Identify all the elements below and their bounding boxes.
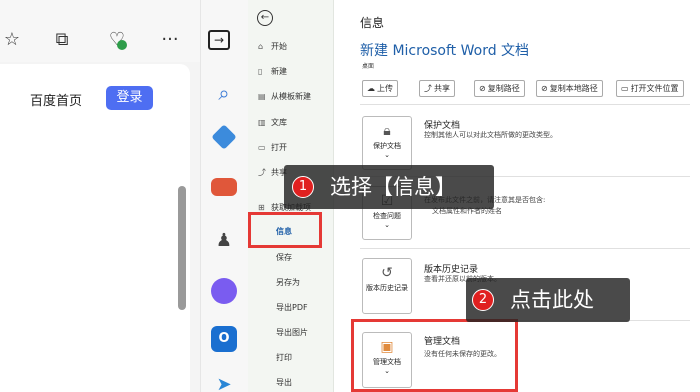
browser-pane: ☆ ⧉ ♡ ··· 百度首页 登录 [0,0,200,392]
nav-item-save[interactable]: 保存 [276,252,292,263]
callout-text: 选择【信息】 [330,175,456,199]
document-location: 桌面 [362,63,375,70]
share-icon: ⤴ [258,168,266,177]
nav-item-export-pdf[interactable]: 导出PDF [276,302,308,313]
page-card [0,64,190,392]
step-number-badge: 2 [472,289,494,311]
chess-icon[interactable]: ♟ [211,228,237,254]
tag-icon[interactable] [211,124,237,150]
nav-item-export-image[interactable]: 导出图片 [276,327,308,338]
template-icon: ▤ [258,92,266,101]
back-arrow-icon[interactable]: ← [257,10,273,26]
favorites-icon[interactable]: ☆ [0,28,24,52]
nav-item-home[interactable]: ⌂ 开始 [258,41,287,52]
folder-icon: ▭ [621,84,629,93]
document-title: 新建 Microsoft Word 文档 [360,43,530,59]
copilot-icon[interactable] [211,278,237,304]
nav-item-open[interactable]: ▭ 打开 [258,142,287,153]
home-icon: ⌂ [258,42,264,51]
chevron-down-icon: ⌄ [384,221,390,229]
nav-item-new[interactable]: ▯ 新建 [258,66,287,77]
version-history-tile[interactable]: ↺ 版本历史记录 [362,258,412,314]
folder-icon: ▭ [258,143,266,152]
nav-item-share[interactable]: ⤴ 共享 [258,167,287,178]
addins-icon: ⊞ [258,203,265,212]
page-title: 信息 [360,16,385,30]
nav-item-library[interactable]: ▥ 文库 [258,117,287,128]
protect-desc: 控制其他人可以对此文档所做的更改类型。 [424,131,557,139]
browser-sidebar: ⌕ ♟ O ➤ [200,0,248,392]
toolbox-icon[interactable] [211,178,237,196]
nav-item-print[interactable]: 打印 [276,352,292,363]
lock-icon: 🔒︎ [383,123,391,139]
cloud-upload-icon: ☁ [367,84,375,93]
divider [360,248,690,249]
new-doc-icon: ▯ [258,67,263,76]
library-icon: ▥ [258,118,266,127]
open-file-location-button[interactable]: ▭ 打开文件位置 [616,80,684,97]
baidu-home-link[interactable]: 百度首页 [30,90,82,109]
share-icon: ⤴ [424,84,432,93]
protect-document-tile[interactable]: 🔒︎ 保护文档 ⌄ [362,116,412,170]
copy-path-button[interactable]: ⊘ 复制路径 [474,80,525,97]
screenshot-root: ☆ ⧉ ♡ ··· 百度首页 登录 ⌕ ♟ O ➤ → ← ⌂ 开始 ▯ 新建 ▤ 从… [0,0,700,392]
sidebar-toggle-icon[interactable]: → [208,30,230,50]
vertical-scrollbar[interactable] [178,186,186,310]
link-icon: ⊘ [541,84,548,93]
manage-highlight-box [351,319,518,392]
callout-text: 点击此处 [510,288,594,312]
callout-step-1: 1 选择【信息】 [284,165,494,209]
share-button[interactable]: ⤴ 共享 [419,80,455,97]
link-icon: ⊘ [479,84,486,93]
upload-button[interactable]: ☁ 上传 [362,80,398,97]
copy-local-path-button[interactable]: ⊘ 复制本地路径 [536,80,603,97]
step-number-badge: 1 [292,176,314,198]
info-highlight-box [248,212,322,248]
chevron-down-icon: ⌄ [384,151,390,159]
login-button[interactable]: 登录 [106,86,153,110]
history-icon: ↺ [381,265,393,281]
nav-item-export[interactable]: 导出 [276,377,292,388]
nav-item-save-as[interactable]: 另存为 [276,277,300,288]
collections-icon[interactable]: ⧉ [50,28,74,52]
status-check-icon [117,40,127,50]
nav-item-template[interactable]: ▤ 从模板新建 [258,91,311,102]
callout-step-2: 2 点击此处 [466,278,630,322]
send-icon[interactable]: ➤ [211,372,237,392]
outlook-icon[interactable]: O [211,326,237,352]
divider [360,104,690,105]
more-menu-icon[interactable]: ··· [158,28,182,52]
search-icon[interactable]: ⌕ [211,80,237,106]
